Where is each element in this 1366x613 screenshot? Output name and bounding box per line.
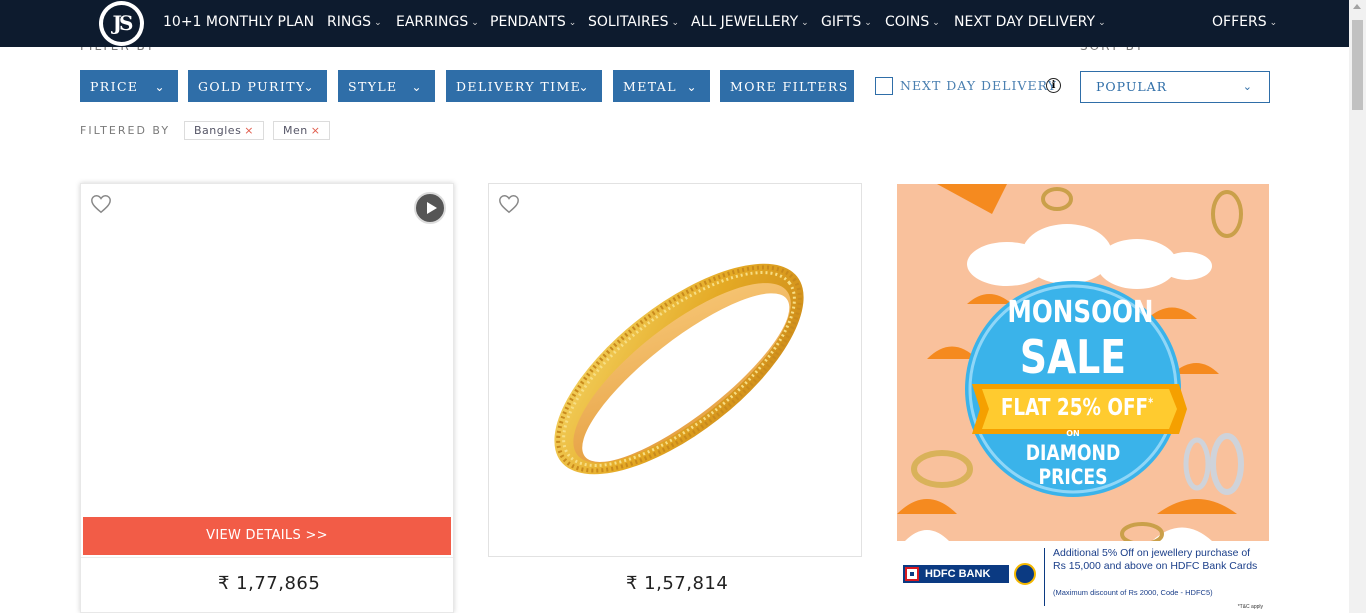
chevron-down-icon: ⌄: [374, 18, 382, 28]
nav-item-offers[interactable]: OFFERS ⌄: [1212, 14, 1277, 30]
nav-item-gifts[interactable]: GIFTS ⌄: [821, 14, 872, 30]
chevron-down-icon: ⌄: [303, 80, 315, 94]
filtered-by-label: FILTERED BY: [80, 124, 171, 137]
hdfc-offer-text: Additional 5% Off on jewellery purchase …: [1053, 547, 1258, 572]
banner-diamond-prices: DIAMOND PRICES: [1025, 441, 1121, 489]
top-navbar: JS 10+1 MONTHLY PLAN RINGS ⌄ EARRINGS ⌄ PE…: [0, 0, 1349, 47]
filter-metal-button[interactable]: METAL ⌄: [613, 70, 710, 102]
chevron-down-icon: ⌄: [154, 80, 166, 94]
product-card[interactable]: VIEW DETAILS >> ₹ 1,77,865: [80, 183, 454, 613]
banner-on: ON: [1066, 429, 1080, 438]
banner-monsoon: MONSOON: [1007, 295, 1154, 330]
chevron-down-icon: ⌄: [411, 80, 423, 94]
terms-note: *T&C apply: [1237, 604, 1263, 610]
brand-logo[interactable]: JS: [99, 1, 144, 46]
chevron-down-icon: ⌄: [568, 18, 577, 28]
chevron-down-icon: ⌄: [932, 18, 940, 28]
view-details-button[interactable]: VIEW DETAILS >>: [83, 517, 451, 555]
nav-item-monthly-plan[interactable]: 10+1 MONTHLY PLAN: [163, 14, 314, 30]
nav-item-coins[interactable]: COINS ⌄: [885, 14, 940, 30]
nav-item-rings[interactable]: RINGS ⌄: [327, 14, 382, 30]
page-scrollbar[interactable]: [1349, 0, 1366, 613]
hdfc-offer-strip: HDFC BANK Additional 5% Off on jewellery…: [897, 541, 1269, 613]
chevron-down-icon: ⌄: [671, 18, 680, 28]
monsoon-sale-banner[interactable]: MONSOON SALE FLAT 25% OFF* ON DIAMOND PR…: [897, 184, 1269, 613]
banner-flat-off: FLAT 25% OFF*: [1000, 395, 1154, 421]
nav-item-solitaires[interactable]: SOLITAIRES ⌄: [588, 14, 679, 30]
hdfc-offer-note: (Maximum discount of Rs 2000, Code - HDF…: [1053, 588, 1213, 597]
sort-select[interactable]: POPULAR ⌄: [1080, 71, 1270, 103]
chevron-down-icon: ⌄: [1098, 18, 1106, 28]
banner-sale: SALE: [1019, 330, 1127, 384]
bank-badge-icon: [1014, 563, 1036, 585]
nav-item-all-jewellery[interactable]: ALL JEWELLERY ⌄: [691, 14, 809, 30]
hdfc-bank-logo: HDFC BANK: [903, 565, 1009, 583]
filter-chip-men[interactable]: Men ×: [273, 121, 331, 140]
chevron-down-icon: ⌄: [1269, 18, 1278, 28]
product-price: ₹ 1,77,865: [218, 573, 321, 594]
hdfc-square-icon: [905, 567, 919, 581]
chevron-down-icon: ⌄: [578, 80, 590, 94]
product-card[interactable]: ₹ 1,57,814: [488, 183, 862, 594]
product-price: ₹ 1,57,814: [626, 573, 729, 594]
gold-bangle-image[interactable]: [529, 214, 829, 524]
filter-price-button[interactable]: PRICE ⌄: [80, 70, 178, 102]
chevron-down-icon: ⌄: [471, 18, 479, 28]
logo-monogram: JS: [112, 11, 134, 35]
chevron-down-icon: ⌄: [686, 80, 698, 94]
next-day-delivery-label[interactable]: NEXT DAY DELIVERY: [900, 78, 1057, 93]
wishlist-heart-icon[interactable]: [90, 193, 112, 215]
filter-delivery-time-button[interactable]: DELIVERY TIME ⌄: [446, 70, 602, 102]
info-icon[interactable]: i: [1046, 78, 1061, 93]
scrollbar-thumb[interactable]: [1352, 20, 1363, 110]
chevron-down-icon: ⌄: [864, 18, 872, 28]
remove-chip-icon[interactable]: ×: [311, 124, 321, 137]
nav-item-earrings[interactable]: EARRINGS ⌄: [396, 14, 479, 30]
play-video-icon[interactable]: [414, 192, 446, 224]
chevron-down-icon: ⌄: [801, 18, 809, 28]
scroll-up-arrow-icon[interactable]: [1353, 4, 1361, 9]
wishlist-heart-icon[interactable]: [498, 193, 520, 215]
chevron-down-icon: ⌄: [1242, 80, 1253, 93]
nav-item-pendants[interactable]: PENDANTS ⌄: [490, 14, 576, 30]
remove-chip-icon[interactable]: ×: [244, 124, 254, 137]
next-day-delivery-checkbox[interactable]: [875, 77, 893, 95]
filter-style-button[interactable]: STYLE ⌄: [338, 70, 435, 102]
nav-item-next-day-delivery[interactable]: NEXT DAY DELIVERY ⌄: [954, 14, 1106, 30]
filter-chip-bangles[interactable]: Bangles ×: [184, 121, 265, 140]
more-filters-button[interactable]: MORE FILTERS: [720, 70, 854, 102]
filter-gold-purity-button[interactable]: GOLD PURITY ⌄: [188, 70, 327, 102]
